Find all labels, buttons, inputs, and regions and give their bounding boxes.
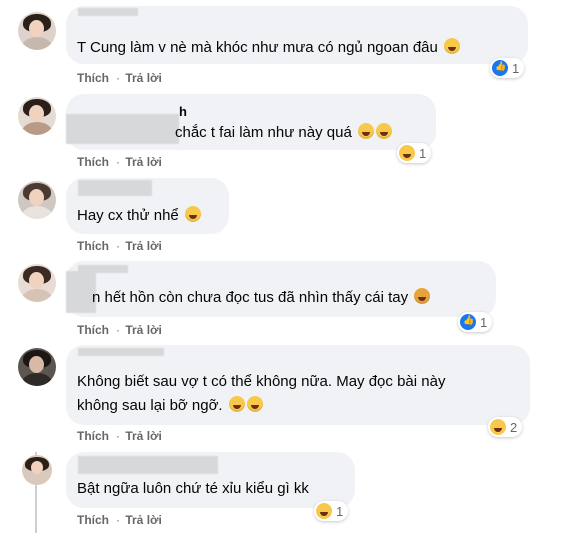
reply-button[interactable]: Trả lời	[125, 323, 162, 337]
reply-button[interactable]: Trả lời	[125, 155, 162, 169]
rolling-eyes-emoji-icon	[228, 396, 245, 412]
comment-text: Bật ngữa luôn chứ té xỉu kiểu gì kk	[77, 480, 309, 497]
top-clip	[0, 0, 580, 6]
reply-button[interactable]: Trả lời	[125, 429, 162, 443]
comment-text: Hay cx thử nhể	[77, 205, 201, 227]
raised-hand-emoji-icon	[414, 288, 431, 304]
laughing-emoji-icon	[375, 123, 392, 139]
like-button[interactable]: Thích	[77, 71, 109, 85]
reaction-count[interactable]: 1	[397, 143, 432, 163]
rofl-emoji-icon	[184, 206, 201, 222]
reply-button[interactable]: Trả lời	[125, 71, 162, 85]
comment-bubble: Hay cx thử nhể	[66, 178, 229, 234]
author-name-fragment: h	[179, 104, 187, 119]
avatar[interactable]	[22, 455, 52, 485]
avatar[interactable]	[18, 97, 56, 135]
like-button[interactable]: Thích	[77, 513, 109, 527]
comment-actions: Thích · Trả lời	[77, 71, 162, 85]
comment-text: chắc t fai làm như này quá	[175, 122, 392, 144]
reaction-count[interactable]: 1	[314, 501, 349, 521]
laughing-emoji-icon	[357, 123, 374, 139]
author-name-blur	[78, 265, 128, 273]
rolling-eyes-emoji-icon	[246, 396, 263, 412]
comment-text-line-1: Không biết sau vợ t có thể không nữa. Ma…	[77, 373, 446, 390]
avatar[interactable]	[18, 264, 56, 302]
like-button[interactable]: Thích	[77, 429, 109, 443]
comment-text: n hết hồn còn chưa đọc tus đã nhìn thấy …	[92, 287, 431, 309]
like-button[interactable]: Thích	[77, 323, 109, 337]
comment-actions: Thích · Trả lời	[77, 239, 162, 253]
reply-button[interactable]: Trả lời	[125, 513, 162, 527]
author-name[interactable]	[78, 456, 218, 474]
comment-actions: Thích · Trả lời	[77, 429, 162, 443]
author-name[interactable]	[78, 348, 164, 356]
like-button[interactable]: Thích	[77, 239, 109, 253]
author-name[interactable]	[66, 114, 179, 144]
haha-icon	[399, 145, 415, 161]
comment-actions: Thích · Trả lời	[77, 323, 162, 337]
like-icon	[460, 314, 476, 330]
comment-bubble: Bật ngữa luôn chứ té xỉu kiểu gì kk	[66, 452, 355, 508]
avatar[interactable]	[18, 348, 56, 386]
comment-bubble: n hết hồn còn chưa đọc tus đã nhìn thấy …	[66, 261, 496, 317]
reaction-count[interactable]: 2	[488, 417, 523, 437]
comment-bubble: Không biết sau vợ t có thể không nữa. Ma…	[66, 345, 530, 425]
comment-text-line-2: không sau lại bỡ ngỡ.	[77, 395, 263, 417]
like-icon	[492, 60, 508, 76]
comment-actions: Thích · Trả lời	[77, 513, 162, 527]
comment-bubble: T Cung làm v nè mà khóc như mưa có ngủ n…	[66, 6, 528, 64]
reaction-count[interactable]: 1	[490, 58, 525, 78]
avatar[interactable]	[18, 12, 56, 50]
reply-button[interactable]: Trả lời	[125, 239, 162, 253]
crying-emoji-icon	[444, 38, 461, 54]
comment-bubble: h chắc t fai làm như này quá	[66, 94, 436, 150]
comment-actions: Thích · Trả lời	[77, 155, 162, 169]
like-button[interactable]: Thích	[77, 155, 109, 169]
comment-text: T Cung làm v nè mà khóc như mưa có ngủ n…	[77, 37, 461, 59]
haha-icon	[316, 503, 332, 519]
avatar[interactable]	[18, 181, 56, 219]
haha-icon	[490, 419, 506, 435]
author-name[interactable]	[78, 8, 138, 16]
author-name[interactable]	[78, 180, 152, 196]
reaction-count[interactable]: 1	[458, 312, 493, 332]
